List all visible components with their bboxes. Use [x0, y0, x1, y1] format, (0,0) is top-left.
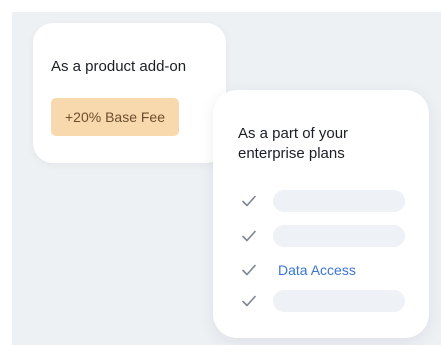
enterprise-plan-card: As a part of your enterprise plans Data …	[213, 90, 429, 338]
feature-row-data-access: Data Access	[213, 259, 429, 281]
feature-placeholder-bar	[273, 225, 405, 247]
product-addon-card: As a product add-on +20% Base Fee	[33, 23, 226, 163]
base-fee-badge: +20% Base Fee	[51, 98, 179, 136]
feature-row	[213, 225, 429, 247]
check-icon	[241, 293, 257, 309]
feature-list: Data Access	[213, 90, 429, 338]
check-icon	[241, 262, 257, 278]
feature-placeholder-bar	[273, 290, 405, 312]
check-icon	[241, 193, 257, 209]
data-access-label: Data Access	[278, 262, 356, 278]
feature-row	[213, 190, 429, 212]
addon-card-title: As a product add-on	[51, 58, 187, 75]
feature-placeholder-bar	[273, 190, 405, 212]
feature-row	[213, 290, 429, 312]
check-icon	[241, 228, 257, 244]
